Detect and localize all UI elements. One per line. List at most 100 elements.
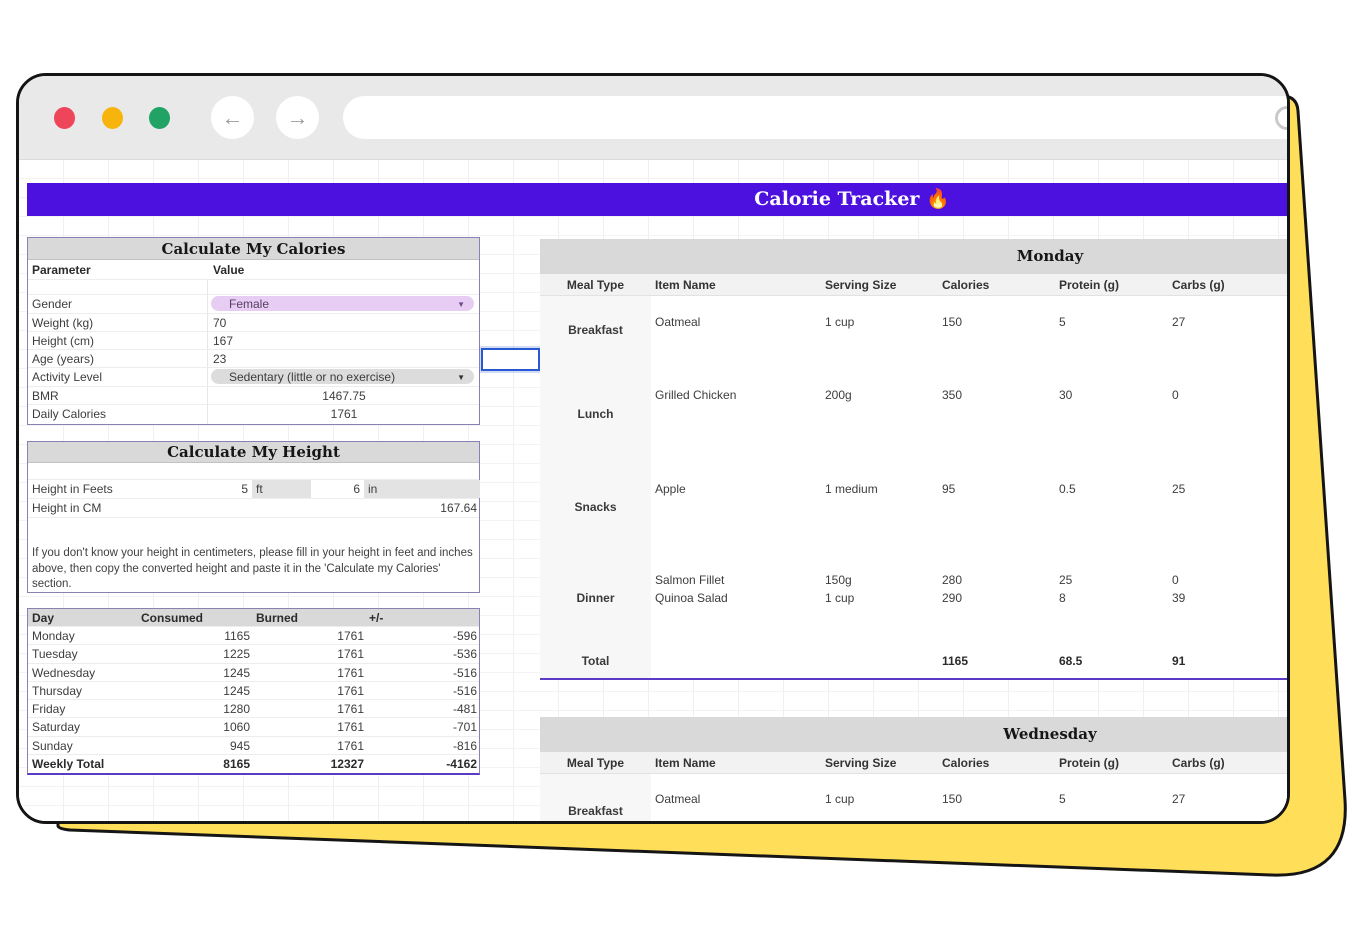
feet-label: Height in Feets [32, 480, 113, 499]
col-protein: Protein (g) [1059, 752, 1119, 774]
gender-dropdown[interactable]: Female ▼ [211, 296, 474, 311]
calories-cell: 95 [942, 482, 955, 496]
meal-column-headers: Meal Type Item Name Serving Size Calorie… [540, 752, 1287, 774]
burned-total: 12327 [254, 755, 364, 773]
table-row: Monday 1165 1761 -596 [28, 627, 479, 645]
table-row: Saturday 1060 1761 -701 [28, 718, 479, 736]
diff-cell: -536 [367, 645, 477, 663]
selected-cell[interactable] [481, 348, 540, 371]
calc-calories-table: Calculate My Calories Parameter Value Ge… [27, 237, 480, 425]
table-row: Salmon Fillet 150g 280 25 0 1 [540, 573, 1287, 589]
protein-total: 68.5 [1059, 654, 1082, 668]
serving-cell: 200g [825, 388, 852, 402]
maximize-window-icon[interactable] [149, 107, 170, 129]
age-label: Age (years) [32, 350, 94, 368]
col-carbs: Carbs (g) [1172, 752, 1225, 774]
weekly-total-row: Weekly Total 8165 12327 -4162 [28, 755, 479, 773]
screenshot-stage: ← → Calorie Tracker 🔥 Calculate My Calor… [0, 0, 1366, 950]
url-bar[interactable] [343, 96, 1290, 139]
diff-cell: -596 [367, 627, 477, 645]
col-meal-type: Meal Type [540, 274, 651, 296]
col-meal-type: Meal Type [540, 752, 651, 774]
close-window-icon[interactable] [54, 107, 75, 129]
spacer-row [28, 463, 479, 480]
forward-button[interactable]: → [276, 96, 319, 139]
inch-unit: in [364, 480, 480, 498]
consumed-cell: 1245 [139, 682, 250, 700]
value-col-header: Value [213, 260, 244, 280]
table-row: Quinoa Salad 1 cup 290 8 39 6 [540, 591, 1287, 607]
activity-label: Activity Level [32, 368, 102, 387]
title-banner: Calorie Tracker 🔥 [27, 183, 1287, 216]
day-cell: Thursday [32, 682, 82, 700]
monday-body: Breakfast Oatmeal 1 cup 150 5 27 3 Lunch… [540, 296, 1287, 680]
weekly-col-consumed: Consumed [141, 609, 203, 627]
col-serving-size: Serving Size [825, 274, 896, 296]
calories-total: 1165 [942, 654, 968, 668]
carbs-cell: 25 [1172, 482, 1185, 496]
col-protein: Protein (g) [1059, 274, 1119, 296]
inch-value-cell[interactable]: 6 [311, 480, 360, 499]
meal-column-headers: Meal Type Item Name Serving Size Calorie… [540, 274, 1287, 296]
bmr-value: 1467.75 [207, 387, 481, 405]
carbs-cell: 0 [1172, 573, 1179, 587]
feet-value-cell[interactable]: 5 [199, 480, 248, 499]
protein-cell: 30 [1059, 388, 1072, 402]
carbs-total: 91 [1172, 654, 1185, 668]
diff-total: -4162 [367, 755, 477, 773]
diff-cell: -816 [367, 737, 477, 755]
col-calories: Calories [942, 274, 989, 296]
minimize-window-icon[interactable] [102, 107, 123, 129]
spacer-row [28, 280, 479, 295]
height-help-note: If you don't know your height in centime… [32, 546, 478, 593]
serving-cell: 150g [825, 573, 852, 587]
height-label: Height (cm) [32, 332, 94, 350]
diff-cell: -516 [367, 664, 477, 682]
monday-table: Monday Meal Type Item Name Serving Size … [540, 239, 1287, 680]
protein-cell: 0.5 [1059, 482, 1076, 496]
param-col-header: Parameter [32, 260, 91, 280]
browser-window: ← → Calorie Tracker 🔥 Calculate My Calor… [16, 73, 1290, 824]
total-row: 1165 68.5 91 4 [540, 654, 1287, 670]
spreadsheet-area: Calorie Tracker 🔥 Calculate My Calories … [19, 160, 1287, 821]
burned-cell: 1761 [254, 700, 364, 718]
col-calories: Calories [942, 752, 989, 774]
day-cell: Tuesday [32, 645, 78, 663]
table-row: Oatmeal 1 cup 150 5 27 3 [540, 315, 1287, 331]
cm-label: Height in CM [32, 499, 101, 518]
back-arrow-icon: ← [222, 105, 244, 130]
calories-cell: 350 [942, 388, 962, 402]
calc-height-header: Calculate My Height [28, 442, 479, 463]
carbs-cell: 0 [1172, 388, 1179, 402]
carbs-cell: 27 [1172, 792, 1185, 806]
burned-cell: 1761 [254, 627, 364, 645]
protein-cell: 25 [1059, 573, 1072, 587]
height-value-cell[interactable]: 167 [213, 332, 233, 350]
wednesday-table: Wednesday Meal Type Item Name Serving Si… [540, 717, 1287, 821]
calories-cell: 290 [942, 591, 962, 605]
daily-calories-label: Daily Calories [32, 405, 106, 424]
diff-cell: -516 [367, 682, 477, 700]
consumed-cell: 1280 [139, 700, 250, 718]
consumed-cell: 945 [139, 737, 250, 755]
burned-cell: 1761 [254, 664, 364, 682]
calories-cell: 150 [942, 792, 962, 806]
carbs-cell: 27 [1172, 315, 1185, 329]
page-title: Calorie Tracker 🔥 [27, 183, 1287, 216]
forward-arrow-icon: → [287, 105, 309, 130]
weight-value-cell[interactable]: 70 [213, 314, 226, 332]
weekly-col-burned: Burned [256, 609, 298, 627]
weekly-col-diff: +/- [369, 609, 383, 627]
gender-value: Female [229, 296, 269, 311]
back-button[interactable]: ← [211, 96, 254, 139]
col-serving-size: Serving Size [825, 752, 896, 774]
consumed-cell: 1165 [139, 627, 250, 645]
carbs-cell: 39 [1172, 591, 1185, 605]
burned-cell: 1761 [254, 682, 364, 700]
consumed-cell: 1225 [139, 645, 250, 663]
age-value-cell[interactable]: 23 [213, 350, 226, 368]
serving-cell: 1 cup [825, 792, 854, 806]
table-row: Grilled Chicken 200g 350 30 0 2 [540, 388, 1287, 404]
activity-dropdown[interactable]: Sedentary (little or no exercise) ▼ [211, 369, 474, 384]
serving-cell: 1 cup [825, 591, 854, 605]
